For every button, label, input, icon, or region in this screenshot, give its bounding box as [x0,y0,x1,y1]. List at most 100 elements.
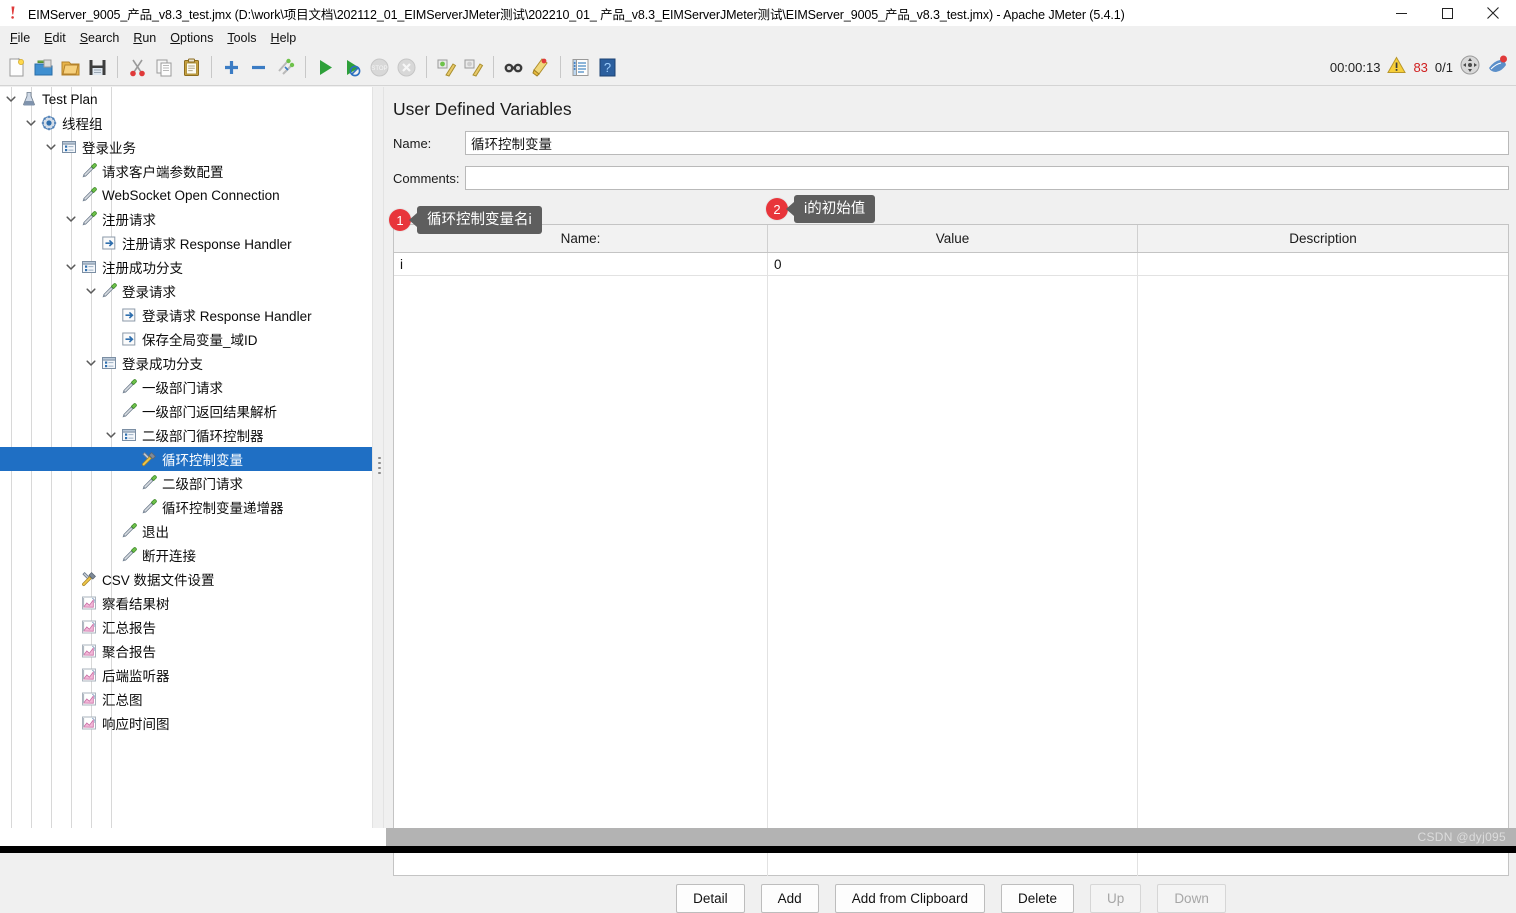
minimize-button[interactable] [1378,0,1424,26]
cell-value[interactable]: 0 [768,253,1138,275]
tree-node-4[interactable]: WebSocket Open Connection [0,183,372,207]
help-icon[interactable]: ? [594,52,621,82]
tree-twisty-26 [63,711,79,735]
callout-1-arrow [409,213,417,228]
tree-node-2[interactable]: 登录业务 [0,135,372,159]
menu-help[interactable]: Help [264,29,304,47]
tree-node-8[interactable]: 登录请求 [0,279,372,303]
toolbar: STOP ? [0,49,1516,86]
error-notification-icon[interactable] [1487,55,1508,80]
name-input[interactable] [465,131,1509,155]
menu-tools[interactable]: Tools [220,29,263,47]
search-icon[interactable] [500,52,527,82]
tree-node-21[interactable]: 察看结果树 [0,591,372,615]
add-from-clipboard-button[interactable]: Add from Clipboard [834,884,986,913]
toolbar-status-group: 00:00:13 83 0/1 [1330,49,1508,86]
tree-node-label: CSV 数据文件设置 [102,573,215,588]
menu-edit[interactable]: Edit [37,29,73,47]
tree-node-22[interactable]: 汇总报告 [0,615,372,639]
tree-twisty-2[interactable] [43,135,59,159]
pane-splitter[interactable] [372,87,384,828]
tree-twisty-14[interactable] [103,423,119,447]
tree-node-6[interactable]: 注册请求 Response Handler [0,231,372,255]
tree-node-24[interactable]: 后端监听器 [0,663,372,687]
tree-node-3[interactable]: 请求客户端参数配置 [0,159,372,183]
tree-node-0[interactable]: Test Plan [0,87,372,111]
open-icon[interactable] [57,52,84,82]
toggle-icon[interactable] [272,52,299,82]
tree-node-10[interactable]: 保存全局变量_域ID [0,327,372,351]
cell-name[interactable]: i [394,253,768,275]
menu-search[interactable]: Search [73,29,127,47]
tree-node-25[interactable]: 汇总图 [0,687,372,711]
toolbar-separator [560,56,561,78]
elapsed-time: 00:00:13 [1329,60,1381,75]
user-defined-variables-table[interactable]: Name: Value Description i 0 [393,224,1509,876]
tree-node-9[interactable]: 登录请求 Response Handler [0,303,372,327]
tree-twisty-1[interactable] [23,111,39,135]
tree-node-12[interactable]: 一级部门请求 [0,375,372,399]
start-icon[interactable] [312,52,339,82]
collapse-all-icon[interactable] [245,52,272,82]
copy-icon[interactable] [151,52,178,82]
splitter-grip [378,457,381,477]
controller-icon [79,255,98,279]
tree-node-16[interactable]: 二级部门请求 [0,471,372,495]
clear-icon[interactable] [433,52,460,82]
cut-icon[interactable] [124,52,151,82]
paste-icon[interactable] [178,52,205,82]
tree-node-19[interactable]: 断开连接 [0,543,372,567]
tree-node-label: 循环控制变量 [162,453,243,468]
tree-twisty-0[interactable] [3,87,19,111]
callout-2-number: 2 [766,198,788,221]
detail-button[interactable]: Detail [676,884,745,913]
tree-node-14[interactable]: 二级部门循环控制器 [0,423,372,447]
tree-node-17[interactable]: 循环控制变量递增器 [0,495,372,519]
tree-node-7[interactable]: 注册成功分支 [0,255,372,279]
menu-run[interactable]: Run [126,29,163,47]
maximize-button[interactable] [1424,0,1470,26]
table-action-buttons: Detail Add Add from Clipboard Delete Up … [393,884,1509,913]
tree-node-18[interactable]: 退出 [0,519,372,543]
expand-all-icon[interactable] [218,52,245,82]
status-bar-left-fill [0,828,386,846]
close-button[interactable] [1470,0,1516,26]
tree-node-15[interactable]: 循环控制变量 [0,447,372,471]
column-header-description[interactable]: Description [1138,225,1508,252]
tree-node-label: 二级部门循环控制器 [142,429,264,444]
expand-panel-icon[interactable] [1460,55,1480,80]
tree-node-26[interactable]: 响应时间图 [0,711,372,735]
menu-options[interactable]: Options [163,29,220,47]
table-row[interactable]: i 0 [394,253,1508,276]
reset-search-icon[interactable] [527,52,554,82]
tree-node-5[interactable]: 注册请求 [0,207,372,231]
tree-node-11[interactable]: 登录成功分支 [0,351,372,375]
tree-twisty-8[interactable] [83,279,99,303]
sampler-icon [139,495,158,519]
column-header-value[interactable]: Value [768,225,1138,252]
tree-node-13[interactable]: 一级部门返回结果解析 [0,399,372,423]
tree-twisty-12 [103,375,119,399]
save-icon[interactable] [84,52,111,82]
tree-node-20[interactable]: CSV 数据文件设置 [0,567,372,591]
tree-node-23[interactable]: 聚合报告 [0,639,372,663]
delete-button[interactable]: Delete [1001,884,1075,913]
tree-twisty-11[interactable] [83,351,99,375]
tree-node-1[interactable]: 线程组 [0,111,372,135]
new-icon[interactable] [3,52,30,82]
templates-icon[interactable] [30,52,57,82]
start-no-pauses-icon[interactable] [339,52,366,82]
jmeter-app-icon [0,0,26,26]
thread-counts: 0/1 [1434,60,1453,75]
function-helper-icon[interactable] [567,52,594,82]
tree-twisty-7[interactable] [63,255,79,279]
add-button[interactable]: Add [760,884,819,913]
comments-input[interactable] [465,166,1509,190]
warning-icon[interactable] [1387,56,1407,79]
menu-file[interactable]: File [3,29,37,47]
sampler-icon [79,183,98,207]
clear-all-icon[interactable] [460,52,487,82]
test-plan-tree[interactable]: Test Plan 线程组 登录业务 请求客户端参数配置 WebSocket Open … [0,87,372,828]
tree-twisty-5[interactable] [63,207,79,231]
cell-description[interactable] [1138,253,1508,275]
